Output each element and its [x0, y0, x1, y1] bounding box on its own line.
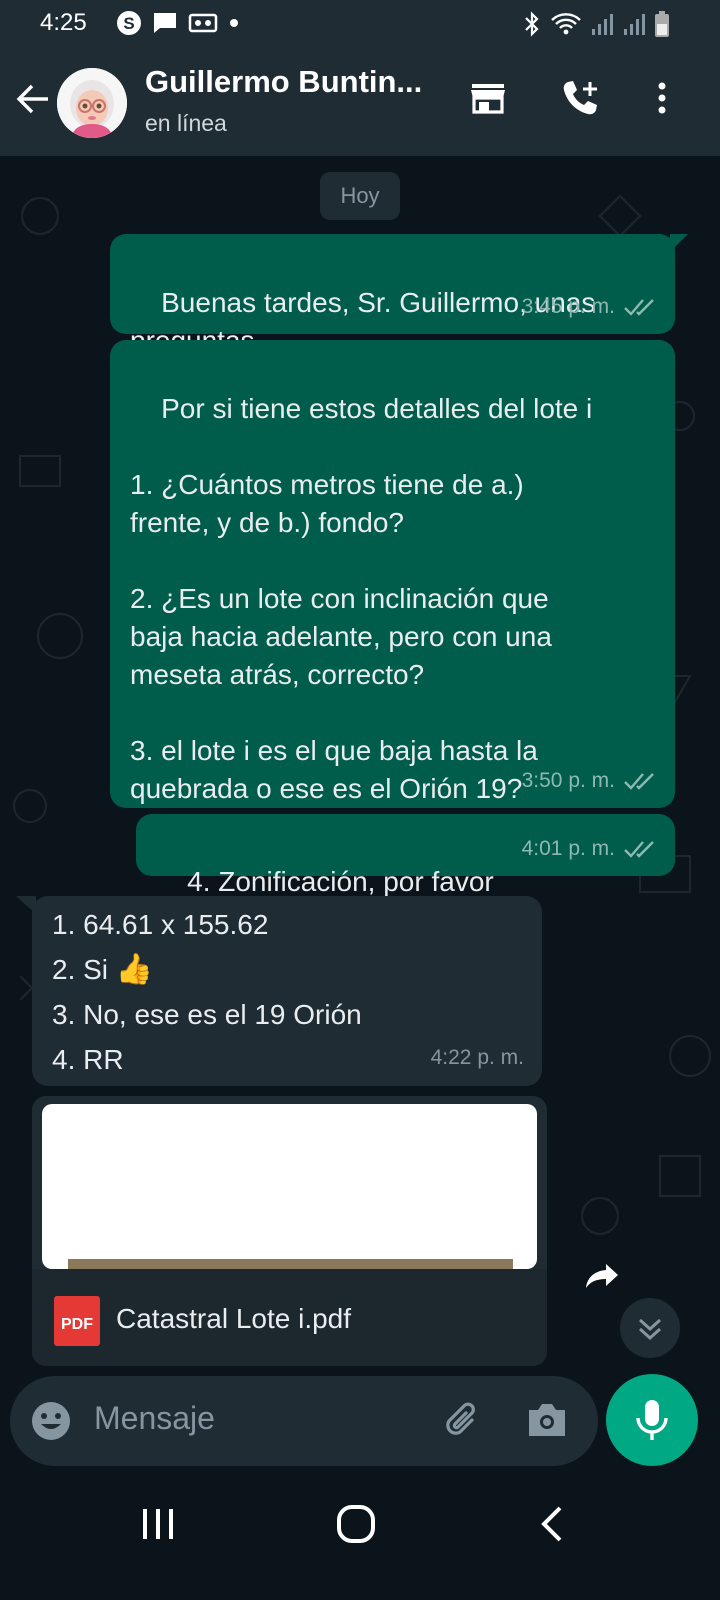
status-bar: 4:25 S	[0, 0, 720, 48]
document-message[interactable]: PDF Catastral Lote i.pdf	[32, 1096, 547, 1366]
read-ticks-icon	[624, 773, 654, 790]
reply-line-with-emoji: 2. Si 👍	[52, 947, 522, 992]
reply-line: 3. No, ese es el 19 Orión	[52, 999, 362, 1030]
bubble-tail	[670, 234, 688, 252]
signal-icon	[592, 14, 613, 35]
thumbs-up-emoji: 👍	[115, 953, 154, 986]
add-call-icon[interactable]	[560, 78, 602, 120]
reply-line: 1. 64.61 x 155.62	[52, 909, 269, 940]
document-name: Catastral Lote i.pdf	[116, 1303, 352, 1334]
mic-icon	[636, 1400, 668, 1440]
message-time: 4:22 p. m.	[430, 1046, 524, 1069]
outgoing-message[interactable]: Por si tiene estos detalles del lote i 1…	[110, 340, 675, 808]
back-arrow-icon[interactable]	[14, 80, 52, 118]
mic-button[interactable]	[606, 1374, 698, 1466]
message-input-bar[interactable]: Mensaje	[10, 1376, 598, 1466]
reply-line: 2. Si	[52, 954, 109, 985]
avatar[interactable]	[57, 68, 127, 138]
back-nav-icon[interactable]	[538, 1504, 568, 1544]
incoming-message[interactable]: 1. 64.61 x 155.62 2. Si 👍 3. No, ese es …	[32, 896, 542, 1086]
wifi-icon	[551, 13, 581, 35]
date-chip: Hoy	[320, 172, 400, 220]
avatar-image	[57, 68, 127, 138]
chat-header: Guillermo Buntin... en línea	[0, 48, 720, 156]
double-chevron-down-icon	[638, 1318, 662, 1341]
camera-icon[interactable]	[526, 1400, 568, 1440]
message-time: 4:01 p. m.	[521, 837, 615, 860]
voicemail-icon	[188, 13, 218, 33]
scroll-down-button[interactable]	[620, 1298, 680, 1358]
home-icon[interactable]	[336, 1504, 376, 1544]
message-time: 3:50 p. m.	[521, 769, 615, 792]
status-time: 4:25	[40, 9, 87, 36]
document-preview-edge	[68, 1259, 513, 1269]
recent-apps-icon[interactable]	[140, 1506, 176, 1542]
contact-name[interactable]: Guillermo Buntin...	[145, 64, 445, 100]
contact-status: en línea	[145, 110, 227, 136]
read-ticks-icon	[624, 299, 654, 316]
forward-icon[interactable]	[584, 1260, 620, 1292]
status-icons-right	[522, 10, 670, 38]
more-vert-icon[interactable]	[650, 78, 674, 118]
document-preview[interactable]	[42, 1104, 537, 1269]
message-icon	[154, 13, 176, 33]
dot-icon	[230, 19, 238, 27]
message-text: 4. Zonificación, por favor	[187, 866, 494, 897]
message-meta: 4:01 p. m.	[522, 830, 657, 868]
outgoing-message[interactable]: 4. Zonificación, por favor 4:01 p. m.	[136, 814, 675, 897]
attach-icon[interactable]	[440, 1398, 484, 1442]
message-time: 3:45 p. m.	[521, 295, 615, 318]
outgoing-message[interactable]: Buenas tardes, Sr. Guillermo, unas pregu…	[110, 234, 675, 356]
chat-area[interactable]: Hoy Buenas tardes, Sr. Guillermo, unas p…	[0, 156, 720, 1386]
pdf-icon: PDF	[54, 1296, 100, 1346]
message-meta: 3:45 p. m.	[522, 288, 657, 326]
store-icon[interactable]	[468, 78, 508, 118]
system-nav-bar	[0, 1480, 720, 1600]
skype-icon: S	[117, 11, 141, 35]
emoji-icon[interactable]	[30, 1400, 72, 1442]
read-ticks-icon	[624, 841, 654, 858]
message-input[interactable]: Mensaje	[94, 1400, 215, 1437]
message-meta: 3:50 p. m.	[522, 762, 657, 800]
signal-icon	[624, 14, 645, 35]
bluetooth-icon	[525, 11, 539, 37]
svg-text:S: S	[123, 14, 134, 33]
status-icons-left: S	[116, 10, 240, 36]
battery-icon	[655, 11, 669, 37]
message-text: Por si tiene estos detalles del lote i 1…	[130, 393, 593, 804]
document-info[interactable]: PDF Catastral Lote i.pdf	[32, 1269, 547, 1366]
